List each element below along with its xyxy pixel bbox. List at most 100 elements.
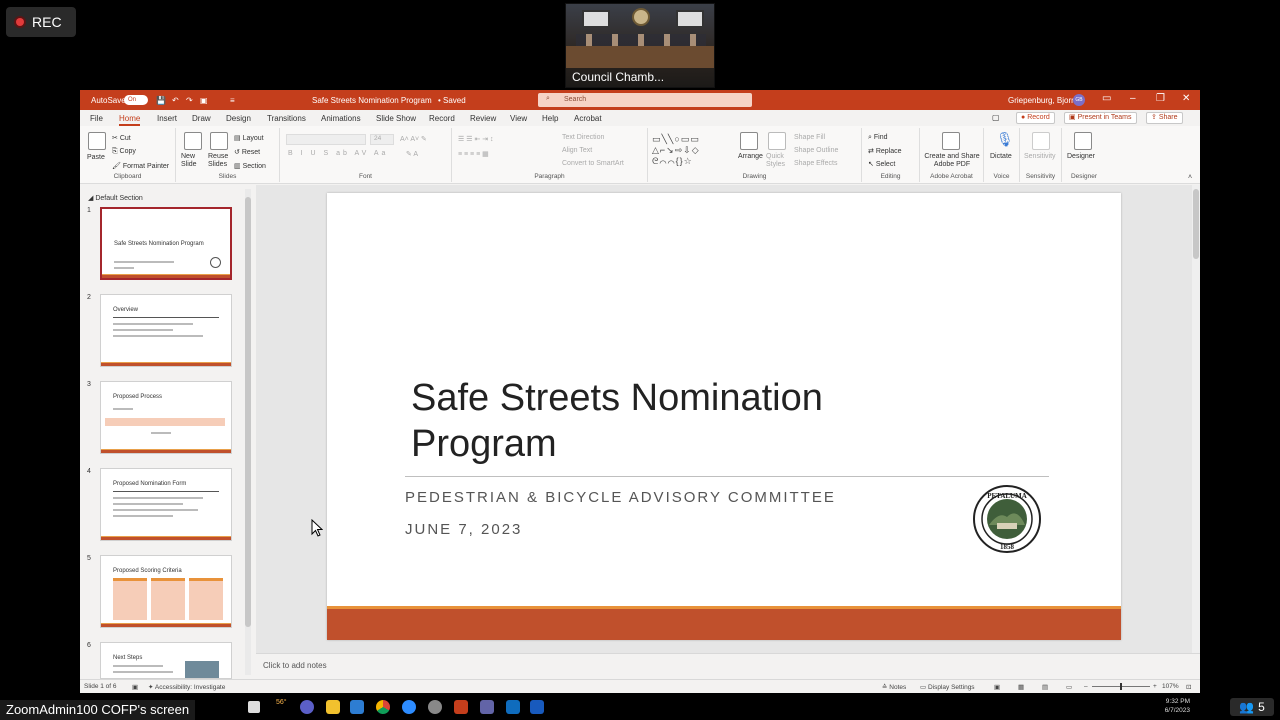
- canvas-scroll-thumb[interactable]: [1193, 189, 1199, 259]
- section-header[interactable]: ◢ Default Section: [88, 194, 143, 202]
- font-name-select[interactable]: [286, 134, 366, 145]
- paste-button[interactable]: Paste: [87, 154, 105, 161]
- fit-slide-icon[interactable]: ⊡: [1186, 683, 1191, 691]
- present-icon[interactable]: ▣: [200, 96, 208, 105]
- dictate-button[interactable]: Dictate: [990, 153, 1012, 160]
- powerpoint-taskbar-icon[interactable]: [454, 700, 468, 714]
- slide-date[interactable]: JUNE 7, 2023: [405, 521, 522, 538]
- maximize-icon[interactable]: ❐: [1156, 93, 1165, 104]
- tab-help[interactable]: Help: [542, 114, 558, 123]
- tab-home[interactable]: Home: [119, 114, 141, 126]
- normal-view-icon[interactable]: ▣: [994, 683, 1000, 691]
- camera-tile[interactable]: Council Chamb...: [565, 3, 715, 88]
- designer-icon[interactable]: [1074, 132, 1092, 150]
- outlook-icon[interactable]: [506, 700, 520, 714]
- zoom-out-icon[interactable]: –: [1084, 683, 1088, 690]
- spelling-icon[interactable]: ▣: [132, 683, 138, 691]
- zoom-app-icon[interactable]: [402, 700, 416, 714]
- copy-button[interactable]: ⎘ Copy: [112, 148, 136, 156]
- quick-styles-button[interactable]: Quick Styles: [766, 153, 788, 169]
- sensitivity-button[interactable]: Sensitivity: [1024, 153, 1056, 160]
- designer-button[interactable]: Designer: [1067, 153, 1095, 160]
- new-slide-icon[interactable]: [184, 132, 202, 150]
- tab-acrobat[interactable]: Acrobat: [574, 114, 602, 123]
- text-direction-button[interactable]: Text Direction: [562, 134, 604, 141]
- current-slide[interactable]: Safe Streets Nomination Program PEDESTRI…: [327, 193, 1121, 640]
- slide-thumbnail-1[interactable]: Safe Streets Nomination Program: [100, 207, 232, 280]
- replace-button[interactable]: ⇄ Replace: [868, 147, 902, 155]
- zoom-in-icon[interactable]: +: [1153, 683, 1157, 690]
- slide-thumbnail-6[interactable]: Next Steps: [100, 642, 232, 679]
- settings-icon[interactable]: [428, 700, 442, 714]
- collapse-ribbon-icon[interactable]: ˄: [1188, 174, 1192, 181]
- user-name[interactable]: Griepenburg, Bjorn: [1008, 96, 1076, 105]
- word-icon[interactable]: [530, 700, 544, 714]
- arrange-button[interactable]: Arrange: [738, 153, 763, 160]
- shapes-gallery[interactable]: ▭╲╲○▭▭ △⌐↘⇨⇩◇ ᘓ⌒⌒{}☆: [652, 134, 724, 166]
- format-painter-button[interactable]: 🖌 Format Painter: [112, 162, 169, 170]
- thumbnail-scroll-thumb[interactable]: [245, 197, 251, 627]
- store-icon[interactable]: [350, 700, 364, 714]
- reuse-slides-icon[interactable]: [210, 132, 228, 150]
- zoom-slider-handle[interactable]: [1120, 683, 1122, 690]
- reuse-slides-button[interactable]: Reuse Slides: [208, 153, 234, 169]
- autosave-toggle[interactable]: On: [124, 95, 148, 105]
- share-button[interactable]: ⇪ Share: [1146, 112, 1183, 124]
- font-size-select[interactable]: 24: [370, 134, 394, 145]
- participants-button[interactable]: 👥 5: [1230, 698, 1274, 716]
- list-icons[interactable]: ☰ ☰ ⇤ ⇥ ↕: [458, 135, 494, 143]
- font-style-icons[interactable]: B I U S ab AV Aa: [288, 150, 388, 157]
- align-icons[interactable]: ≡ ≡ ≡ ≡ ▦: [458, 150, 489, 158]
- city-seal-icon[interactable]: PETALUMA 1858: [973, 485, 1041, 553]
- comments-icon[interactable]: ▢: [992, 113, 1000, 122]
- slide-subtitle[interactable]: PEDESTRIAN & BICYCLE ADVISORY COMMITTEE: [405, 489, 836, 506]
- teams-icon[interactable]: [480, 700, 494, 714]
- notes-pane[interactable]: Click to add notes: [256, 653, 1200, 679]
- notes-button[interactable]: ≙ Notes: [882, 683, 906, 691]
- ribbon-display-icon[interactable]: ▭: [1102, 93, 1111, 104]
- search-input[interactable]: Search: [538, 93, 752, 107]
- customize-qat-icon[interactable]: ≡: [230, 96, 235, 105]
- shape-outline-button[interactable]: Shape Outline: [794, 147, 838, 154]
- slide-thumbnail-2[interactable]: Overview: [100, 294, 232, 367]
- microphone-icon[interactable]: 🎙: [996, 131, 1014, 148]
- display-settings-button[interactable]: ▭ Display Settings: [920, 683, 975, 691]
- tab-draw[interactable]: Draw: [192, 114, 211, 123]
- slide-thumbnail-4[interactable]: Proposed Nomination Form: [100, 468, 232, 541]
- layout-button[interactable]: ▤ Layout: [234, 134, 264, 142]
- accessibility-status[interactable]: ✦ Accessibility: Investigate: [148, 683, 225, 691]
- quick-styles-icon[interactable]: [768, 132, 786, 150]
- minimize-icon[interactable]: –: [1130, 93, 1136, 104]
- tab-file[interactable]: File: [90, 114, 103, 123]
- shape-effects-button[interactable]: Shape Effects: [794, 160, 837, 167]
- tab-animations[interactable]: Animations: [321, 114, 361, 123]
- find-button[interactable]: ⌕ Find: [868, 134, 888, 142]
- cut-button[interactable]: ✂ Cut: [112, 134, 131, 142]
- zoom-level[interactable]: 107%: [1162, 683, 1179, 690]
- tab-slide-show[interactable]: Slide Show: [376, 114, 416, 123]
- select-button[interactable]: ↖ Select: [868, 160, 895, 168]
- reset-button[interactable]: ↺ Reset: [234, 148, 260, 156]
- tab-design[interactable]: Design: [226, 114, 251, 123]
- reading-view-icon[interactable]: ▤: [1042, 683, 1048, 691]
- avatar[interactable]: GB: [1073, 94, 1085, 106]
- tab-review[interactable]: Review: [470, 114, 496, 123]
- slide-title[interactable]: Safe Streets Nomination Program: [411, 375, 931, 467]
- slide-thumbnail-5[interactable]: Proposed Scoring Criteria: [100, 555, 232, 628]
- file-explorer-icon[interactable]: [326, 700, 340, 714]
- create-share-pdf-button[interactable]: Create and Share Adobe PDF: [924, 153, 980, 169]
- tab-view[interactable]: View: [510, 114, 527, 123]
- align-text-button[interactable]: Align Text: [562, 147, 592, 154]
- present-in-teams-button[interactable]: ▣ Present in Teams: [1064, 112, 1137, 124]
- section-button[interactable]: ▥ Section: [234, 162, 266, 170]
- clock[interactable]: 9:32 PM 6/7/2023: [1150, 697, 1190, 715]
- shape-fill-button[interactable]: Shape Fill: [794, 134, 825, 141]
- canvas-scrollbar[interactable]: [1192, 185, 1200, 653]
- adobe-pdf-icon[interactable]: [942, 132, 960, 150]
- undo-icon[interactable]: ↶: [172, 96, 179, 105]
- saved-status[interactable]: • Saved: [438, 96, 466, 105]
- record-button[interactable]: ● Record: [1016, 112, 1055, 124]
- thumbnail-scrollbar[interactable]: [245, 189, 251, 675]
- new-slide-button[interactable]: New Slide: [181, 153, 207, 169]
- chrome-icon[interactable]: [376, 700, 390, 714]
